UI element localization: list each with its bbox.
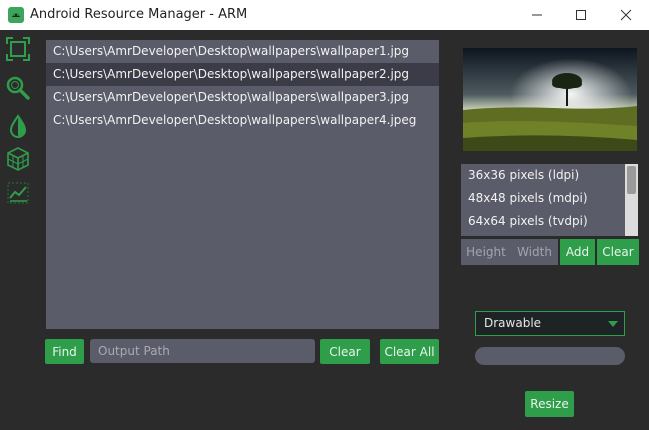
add-size-button[interactable]: Add [560,239,595,265]
crop-icon[interactable] [5,36,31,62]
file-list[interactable]: C:\Users\AmrDeveloper\Desktop\wallpapers… [46,40,439,329]
scrollbar-thumb[interactable] [627,166,636,194]
minimize-button[interactable] [514,0,560,30]
find-button[interactable]: Find [45,339,84,364]
resource-type-select[interactable]: Drawable [475,311,625,336]
magnifier-icon[interactable] [5,75,31,101]
window-title: Android Resource Manager - ARM [30,7,248,22]
resize-button[interactable]: Resize [525,391,574,417]
image-preview [463,48,637,151]
sizes-list[interactable]: 36x36 pixels (ldpi) 48x48 pixels (mdpi) … [461,164,638,236]
file-list-item[interactable]: C:\Users\AmrDeveloper\Desktop\wallpapers… [46,40,439,63]
width-input[interactable]: Width [511,239,558,265]
title-bar: Android Resource Manager - ARM [0,0,649,30]
clear-files-button[interactable]: Clear [320,339,370,364]
cube-icon[interactable] [5,146,31,172]
size-list-item[interactable]: 48x48 pixels (mdpi) [461,187,638,210]
maximize-button[interactable] [558,0,604,30]
progress-bar [475,347,625,365]
drop-icon[interactable] [5,113,31,139]
resource-type-value: Drawable [484,316,542,330]
minimize-icon [532,14,542,16]
file-list-item[interactable]: C:\Users\AmrDeveloper\Desktop\wallpapers… [46,86,439,109]
size-list-item[interactable]: 64x64 pixels (tvdpi) [461,210,638,233]
height-input[interactable]: Height [461,239,511,265]
chart-icon[interactable] [5,180,31,206]
file-list-item[interactable]: C:\Users\AmrDeveloper\Desktop\wallpapers… [46,109,439,132]
chevron-down-icon [602,312,624,335]
sizes-scrollbar[interactable] [625,164,638,236]
output-path-input[interactable]: Output Path [90,339,315,363]
size-list-item[interactable]: 36x36 pixels (ldpi) [461,164,638,187]
clear-all-button[interactable]: Clear All [380,339,439,364]
close-button[interactable] [603,0,649,30]
file-list-item-selected[interactable]: C:\Users\AmrDeveloper\Desktop\wallpapers… [46,63,439,86]
close-icon [620,9,632,21]
maximize-icon [576,10,586,20]
android-app-icon [8,7,24,23]
clear-sizes-button[interactable]: Clear [597,239,639,265]
